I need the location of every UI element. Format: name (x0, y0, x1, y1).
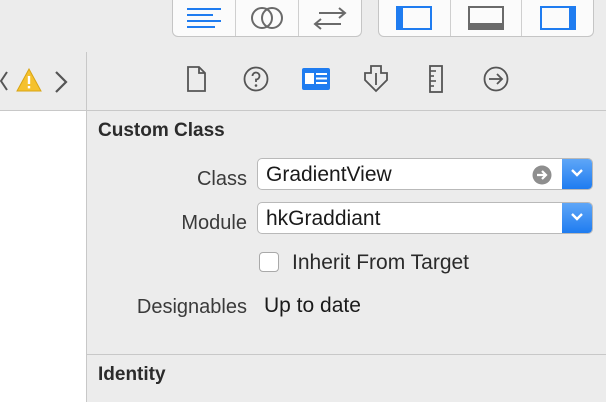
left-panel-icon (395, 5, 433, 31)
right-panel-icon (539, 5, 577, 31)
navigator-pane (0, 52, 87, 402)
standard-editor-icon (185, 6, 223, 30)
designables-label: Designables (136, 296, 247, 318)
go-to-class-arrow-icon[interactable] (532, 165, 552, 189)
custom-class-section-title: Custom Class (98, 120, 225, 141)
help-icon (243, 66, 269, 97)
inherit-from-target-checkbox[interactable] (259, 252, 279, 272)
warning-icon[interactable] (16, 67, 42, 97)
section-divider (87, 354, 606, 355)
standard-editor-button[interactable] (173, 0, 236, 36)
assistant-editor-icon (250, 5, 284, 31)
connections-icon (483, 66, 509, 97)
version-editor-icon (311, 5, 349, 31)
chevron-down-icon (570, 209, 584, 227)
inherit-from-target-label[interactable]: Inherit From Target (292, 251, 469, 275)
version-editor-button[interactable] (299, 0, 361, 36)
toolbar (0, 0, 606, 52)
designables-status: Up to date (264, 294, 361, 317)
toggle-debug-area-button[interactable] (451, 0, 523, 36)
class-combo-box[interactable]: GradientView (257, 158, 593, 190)
tab-connections-inspector[interactable] (481, 66, 511, 96)
toggle-navigator-button[interactable] (379, 0, 451, 36)
bottom-panel-icon (467, 5, 505, 31)
module-combo-box[interactable]: hkGraddiant (257, 202, 593, 234)
module-value[interactable]: hkGraddiant (266, 207, 380, 231)
navigator-jump-bar (0, 52, 86, 111)
module-dropdown-button[interactable] (562, 203, 592, 233)
tab-size-inspector[interactable] (421, 64, 451, 98)
attributes-icon (364, 64, 388, 98)
class-value[interactable]: GradientView (266, 163, 392, 187)
inspector-pane: Custom Class Class GradientView Module h… (87, 52, 606, 402)
module-label: Module (181, 212, 247, 234)
identity-section-title: Identity (98, 364, 166, 385)
assistant-editor-button[interactable] (236, 0, 299, 36)
tab-quick-help[interactable] (241, 66, 271, 96)
chevron-down-icon (570, 165, 584, 183)
tab-attributes-inspector[interactable] (361, 64, 391, 98)
tab-file-inspector[interactable] (181, 65, 211, 97)
tab-identity-inspector[interactable] (301, 66, 331, 96)
file-icon (186, 65, 206, 97)
toggle-utilities-button[interactable] (522, 0, 593, 36)
identity-icon (301, 67, 331, 96)
editor-mode-segmented-control (172, 0, 362, 37)
view-panels-segmented-control (378, 0, 594, 37)
chevron-right-icon[interactable] (54, 69, 68, 100)
class-dropdown-button[interactable] (562, 159, 592, 189)
class-label: Class (196, 168, 247, 190)
chevron-left-icon[interactable] (0, 69, 8, 98)
ruler-icon (428, 64, 444, 98)
inspector-tab-bar (87, 52, 606, 111)
